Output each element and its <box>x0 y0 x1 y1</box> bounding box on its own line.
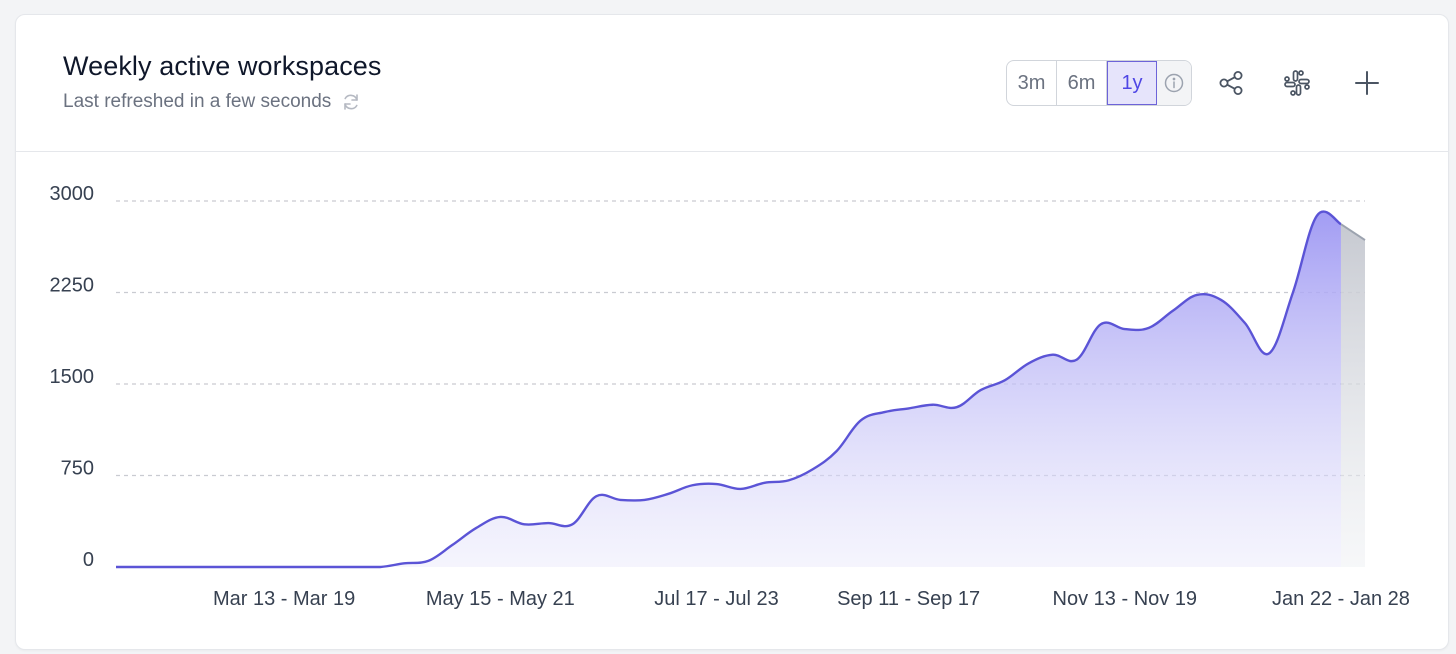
data-point[interactable] <box>930 402 936 408</box>
data-point[interactable] <box>1002 377 1008 383</box>
x-tick-label: Mar 13 - Mar 19 <box>213 588 355 610</box>
data-point[interactable] <box>858 418 864 424</box>
data-point[interactable] <box>1362 237 1368 243</box>
data-point[interactable] <box>209 564 215 570</box>
data-point[interactable] <box>906 405 912 411</box>
data-point[interactable] <box>425 558 431 564</box>
data-point[interactable] <box>1050 352 1056 358</box>
data-point[interactable] <box>713 481 719 487</box>
series-area <box>116 211 1341 567</box>
data-point[interactable] <box>1218 297 1224 303</box>
x-tick-label: May 15 - May 21 <box>426 588 575 610</box>
data-point[interactable] <box>113 564 119 570</box>
x-tick-label: Jul 17 - Jul 23 <box>654 588 779 610</box>
data-point[interactable] <box>401 560 407 566</box>
data-point[interactable] <box>1338 221 1344 227</box>
data-point[interactable] <box>954 404 960 410</box>
data-point[interactable] <box>257 564 263 570</box>
x-tick-label: Jan 22 - Jan 28 <box>1272 588 1410 610</box>
data-point[interactable] <box>233 564 239 570</box>
data-point[interactable] <box>1098 321 1104 327</box>
data-point[interactable] <box>810 466 816 472</box>
data-point[interactable] <box>617 497 623 503</box>
data-point[interactable] <box>1146 325 1152 331</box>
data-point[interactable] <box>521 521 527 527</box>
data-point[interactable] <box>497 514 503 520</box>
data-point[interactable] <box>161 564 167 570</box>
data-point[interactable] <box>353 564 359 570</box>
y-tick-label: 750 <box>61 458 94 480</box>
data-point[interactable] <box>329 564 335 570</box>
data-point[interactable] <box>834 448 840 454</box>
data-point[interactable] <box>1026 360 1032 366</box>
data-point[interactable] <box>665 491 671 497</box>
data-point[interactable] <box>185 564 191 570</box>
data-point[interactable] <box>786 477 792 483</box>
data-point[interactable] <box>1314 213 1320 219</box>
data-point[interactable] <box>1074 357 1080 363</box>
x-tick-label: Nov 13 - Nov 19 <box>1053 588 1198 610</box>
y-tick-label: 3000 <box>50 183 95 205</box>
data-point[interactable] <box>593 493 599 499</box>
data-point[interactable] <box>738 486 744 492</box>
y-tick-label: 2250 <box>50 275 95 297</box>
data-point[interactable] <box>305 564 311 570</box>
data-point[interactable] <box>978 387 984 393</box>
data-point[interactable] <box>1266 351 1272 357</box>
data-point[interactable] <box>281 564 287 570</box>
y-tick-label: 1500 <box>50 366 95 388</box>
data-point[interactable] <box>641 497 647 503</box>
data-point[interactable] <box>689 482 695 488</box>
data-point[interactable] <box>377 564 383 570</box>
data-point[interactable] <box>137 564 143 570</box>
data-point[interactable] <box>545 520 551 526</box>
x-tick-label: Sep 11 - Sep 17 <box>837 588 980 610</box>
data-point[interactable] <box>449 542 455 548</box>
data-point[interactable] <box>882 409 888 415</box>
data-point[interactable] <box>1170 308 1176 314</box>
data-point[interactable] <box>762 480 768 486</box>
data-point[interactable] <box>1290 290 1296 296</box>
incomplete-period-area <box>1340 224 1365 567</box>
data-point[interactable] <box>1194 292 1200 298</box>
data-point[interactable] <box>473 525 479 531</box>
data-point[interactable] <box>1122 326 1128 332</box>
data-point[interactable] <box>569 521 575 527</box>
data-point[interactable] <box>1242 320 1248 326</box>
area-chart: 0 750 1500 2250 3000 Mar 13 - Mar 19 May 15 - … <box>50 183 1410 610</box>
y-tick-label: 0 <box>83 549 94 571</box>
